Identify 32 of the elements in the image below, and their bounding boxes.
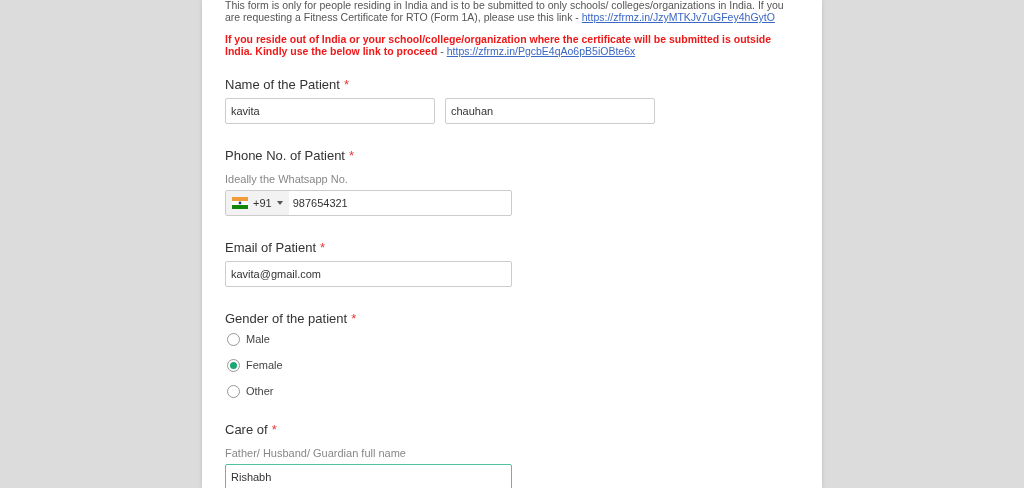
warning-notice: If you reside out of India or your school/college/organization where the certificate will be submitted is outside India. Kindly use the below link to proceed - https://zfrmz.in/PgcbE4qAo6pB5iOBte6x — [225, 33, 773, 57]
field-hint: Father/ Husband/ Guardian full name — [225, 446, 407, 461]
input-field[interactable]: kavita — [225, 98, 435, 124]
country-selector[interactable]: +91 — [226, 191, 289, 215]
required-mark: * — [351, 311, 357, 326]
required-mark: * — [320, 240, 326, 255]
field-label: Care of — [225, 422, 268, 437]
input-field[interactable]: Rishabh — [225, 464, 512, 488]
link[interactable]: https://zfrmz.in/PgcbE4qAo6pB5iOBte6x — [446, 45, 636, 57]
field-label: Name of the Patient — [225, 77, 340, 92]
india-flag-icon — [232, 197, 248, 209]
required-mark: * — [349, 148, 355, 163]
radio-label: Other — [246, 383, 274, 399]
radio-button[interactable] — [227, 332, 240, 346]
link[interactable]: https://zfrmz.in/JzyMTKJv7uGFey4hGytO — [581, 11, 775, 23]
field-label: Email of Patient — [225, 240, 317, 255]
field-label: Gender of the patient — [225, 311, 348, 326]
phone-number: 987654321 — [292, 195, 348, 211]
radio-label: Female — [246, 357, 283, 373]
input-field[interactable]: chauhan — [445, 98, 655, 124]
caret-icon — [276, 201, 283, 205]
phone-field[interactable]: +91 987654321 — [225, 190, 512, 216]
required-mark: * — [343, 77, 349, 92]
radio-button[interactable] — [227, 384, 240, 398]
required-mark: * — [271, 422, 277, 437]
radio-label: Male — [246, 331, 270, 347]
country-code: +91 — [253, 195, 272, 211]
field-hint: Ideally the Whatsapp No. — [225, 172, 349, 187]
field-label: Phone No. of Patient — [225, 148, 345, 163]
radio-button[interactable] — [227, 358, 240, 372]
input-field[interactable]: kavita@gmail.com — [225, 261, 512, 287]
info-notice: This form is only for people residing in India and is to be submitted to only schools/ colleges/organizations in India. If you are requesting a Fitness Certificate for RTO (Form 1A), please use this link - https://zfrmz.in/JzyMTKJv7uGFey4hGytO — [225, 0, 785, 23]
